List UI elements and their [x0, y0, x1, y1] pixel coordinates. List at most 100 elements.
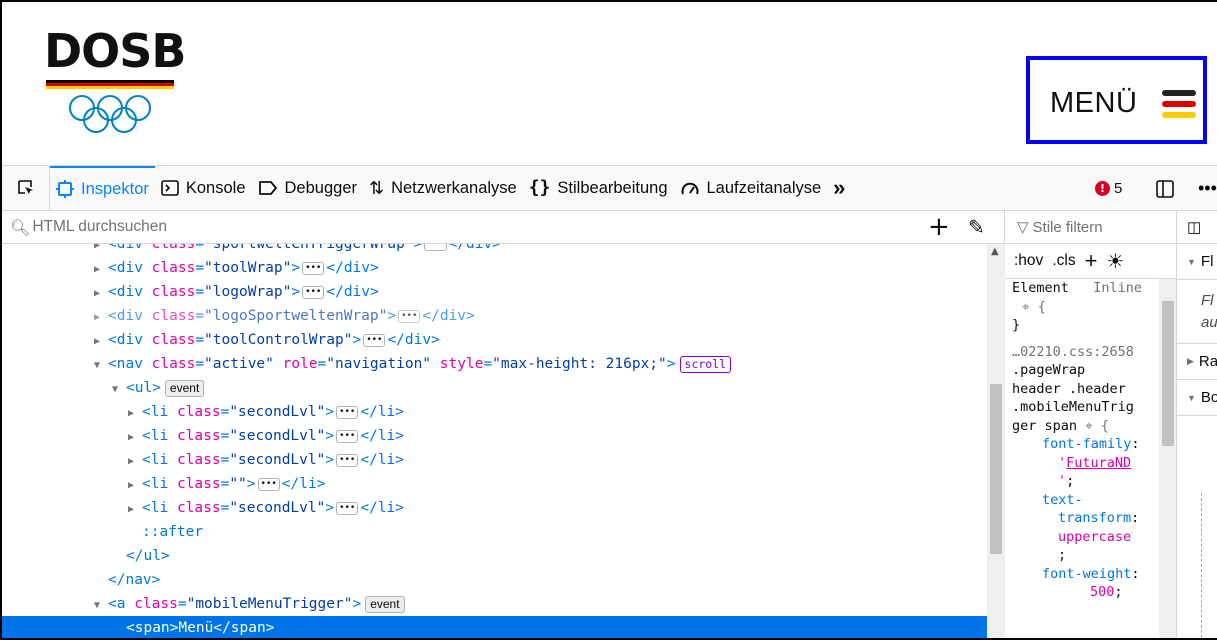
rules-list: Element Inline ⌖ { } …02210.css:2658 .pa… — [1005, 279, 1159, 602]
collapsed-content-badge[interactable]: ••• — [336, 429, 359, 443]
tree-row[interactable]: ▶ <li class="secondLvl"> ••• </li> — [2, 424, 987, 448]
scrollbar-thumb[interactable] — [990, 384, 1002, 554]
expand-arrow-icon[interactable]: ▶ — [128, 474, 142, 498]
styles-filter-placeholder: Stile filtern — [1032, 218, 1103, 236]
expand-arrow-icon[interactable]: ▶ — [128, 450, 142, 474]
expand-arrow-icon[interactable]: ▶ — [94, 258, 108, 282]
tab-laufzeitanalyse[interactable]: Laufzeitanalyse — [674, 166, 828, 211]
css-value[interactable]: uppercase — [1058, 529, 1131, 545]
devtools-toolbar: Inspektor Konsole Debugger ⇅ Netzwerkana… — [2, 165, 1217, 211]
expand-arrow-icon[interactable]: ▶ — [94, 330, 108, 354]
stylesheet-link[interactable]: …02210.css:2658 — [1012, 343, 1159, 362]
tab-stilbearbeitung[interactable]: {} Stilbearbeitung — [523, 166, 674, 211]
more-tools-button[interactable]: » — [827, 166, 851, 211]
dock-side-icon — [1156, 179, 1174, 198]
chevron-double-right-icon: » — [833, 175, 846, 200]
tree-row[interactable]: ▼ <ul> event — [2, 376, 987, 400]
dock-options-button[interactable] — [1155, 166, 1175, 211]
tree-row[interactable]: ▶ <li class="secondLvl"> ••• </li> — [2, 448, 987, 472]
more-options-icon[interactable]: ••• — [1198, 166, 1217, 211]
collapsed-content-badge[interactable]: ••• — [336, 501, 359, 515]
collapsed-content-badge[interactable]: ••• — [336, 405, 359, 419]
tree-row[interactable]: ▶ <div class="logoSportweltenWrap"> ••• </d… — [2, 304, 987, 328]
css-property[interactable]: font-family — [1042, 436, 1131, 452]
tab-debugger[interactable]: Debugger — [252, 166, 363, 211]
collapse-arrow-icon[interactable]: ▼ — [94, 354, 108, 378]
expand-arrow-icon[interactable]: ▶ — [128, 402, 142, 426]
scrollbar-thumb[interactable] — [1162, 301, 1174, 446]
markup-scrollbar[interactable]: ▲ — [987, 244, 1005, 638]
scroll-up-icon[interactable]: ▲ — [991, 246, 999, 257]
event-badge[interactable]: event — [365, 595, 405, 613]
error-icon: ! — [1095, 181, 1110, 196]
collapsed-content-badge[interactable]: ••• — [398, 309, 421, 323]
tab-netzwerkanalyse-label: Netzwerkanalyse — [391, 178, 517, 197]
collapse-arrow-icon[interactable]: ▼ — [94, 594, 108, 618]
tree-row[interactable]: ▼ <a class="mobileMenuTrigger"> event — [2, 592, 987, 616]
tree-row[interactable]: ▶<div class="sportweltenTriggerWrap">•••… — [2, 244, 987, 256]
tree-row[interactable]: ▶ <div class="toolWrap"> ••• </div> — [2, 256, 987, 280]
dom-tree: ▶<div class="sportweltenTriggerWrap">•••… — [2, 244, 987, 638]
tree-row[interactable]: ▶ <li class="secondLvl"> ••• </li> — [2, 496, 987, 520]
rules-toolbar: :hov .cls + ☀ — [1005, 244, 1176, 279]
debugger-icon — [258, 181, 277, 195]
markup-view: 🔍︎ + ✎ ▶<div class="sportweltenTriggerWr… — [2, 211, 1005, 638]
light-theme-icon[interactable]: ☀ — [1106, 249, 1124, 274]
tab-netzwerkanalyse[interactable]: ⇅ Netzwerkanalyse — [363, 166, 523, 211]
scroll-badge[interactable]: scroll — [679, 355, 732, 373]
class-toggle[interactable]: .cls — [1052, 252, 1075, 270]
tree-row[interactable]: </ul> — [2, 544, 987, 568]
font-link[interactable]: FuturaND — [1066, 455, 1131, 471]
tree-row-selected[interactable]: <span>Menü</span> — [2, 616, 987, 638]
collapsed-content-badge[interactable]: ••• — [302, 261, 325, 275]
tree-row[interactable]: ▶ <li class=""> ••• </li> — [2, 472, 987, 496]
mobile-menu-trigger[interactable]: MENÜ — [1026, 56, 1207, 144]
search-icon: 🔍︎ — [10, 217, 31, 237]
element-rule-label: Element — [1012, 280, 1069, 296]
filter-icon: ▽ — [1017, 219, 1029, 236]
tab-inspektor[interactable]: Inspektor — [50, 165, 155, 211]
flexbox-section[interactable]: ▼ Fl — [1177, 244, 1217, 280]
sidebar-toggle-icon[interactable]: ◫ — [1187, 218, 1201, 236]
add-node-button[interactable]: + — [928, 213, 950, 241]
tree-row[interactable]: </nav> — [2, 568, 987, 592]
expand-arrow-icon[interactable]: ▶ — [94, 282, 108, 306]
screenshot-frame: DOSB MENÜ Inspektor Konsole Debugger ⇅ N… — [0, 0, 1217, 640]
expand-arrow-icon[interactable]: ▶ — [128, 426, 142, 450]
error-count-button[interactable]: ! 5 — [1095, 166, 1122, 211]
tab-konsole[interactable]: Konsole — [155, 166, 252, 211]
boxmodel-section[interactable]: ▼Bo — [1177, 380, 1217, 416]
selector-line: .mobileMenuTrig — [1012, 399, 1134, 415]
css-property[interactable]: font-weight — [1042, 566, 1131, 582]
tree-row[interactable]: ▶ <div class="logoWrap"> ••• </div> — [2, 280, 987, 304]
expand-arrow-icon[interactable]: ▶ — [94, 306, 108, 330]
collapse-arrow-icon[interactable]: ▼ — [112, 378, 126, 402]
hover-state-toggle[interactable]: :hov — [1014, 252, 1043, 270]
html-search-input[interactable] — [32, 218, 913, 236]
dosb-logo[interactable]: DOSB — [44, 28, 186, 138]
logo-flag-stripes — [46, 80, 174, 89]
css-value[interactable]: 500 — [1090, 584, 1114, 600]
grid-section[interactable]: ▶ Ra — [1177, 344, 1217, 380]
collapsed-content-badge[interactable]: ••• — [257, 477, 280, 491]
styles-filter[interactable]: ▽ Stile filtern — [1005, 211, 1176, 244]
expand-arrow-icon[interactable]: ▶ — [128, 498, 142, 522]
css-property[interactable]: text- — [1042, 492, 1083, 508]
website-header: DOSB MENÜ — [2, 2, 1217, 165]
tree-row[interactable]: ::after — [2, 520, 987, 544]
tree-row[interactable]: ▶ <li class="secondLvl"> ••• </li> — [2, 400, 987, 424]
collapsed-content-badge[interactable]: ••• — [302, 285, 325, 299]
element-picker-button[interactable] — [2, 165, 50, 211]
rules-view: ▽ Stile filtern :hov .cls + ☀ Element In… — [1005, 211, 1177, 638]
add-rule-icon[interactable]: + — [1085, 250, 1098, 272]
collapsed-content-badge[interactable]: ••• — [424, 244, 447, 251]
eyedropper-icon[interactable]: ✎ — [968, 215, 985, 239]
rules-scrollbar[interactable] — [1159, 279, 1176, 638]
collapsed-content-badge[interactable]: ••• — [336, 453, 359, 467]
event-badge[interactable]: event — [164, 379, 205, 397]
devtools-panel: Inspektor Konsole Debugger ⇅ Netzwerkana… — [2, 165, 1217, 638]
collapsed-content-badge[interactable]: ••• — [363, 333, 386, 347]
html-search-bar: 🔍︎ + ✎ — [2, 211, 1005, 244]
tree-row[interactable]: ▼ <nav class="active" role="navigation" s… — [2, 352, 987, 376]
tree-row[interactable]: ▶ <div class="toolControlWrap"> ••• </div> — [2, 328, 987, 352]
